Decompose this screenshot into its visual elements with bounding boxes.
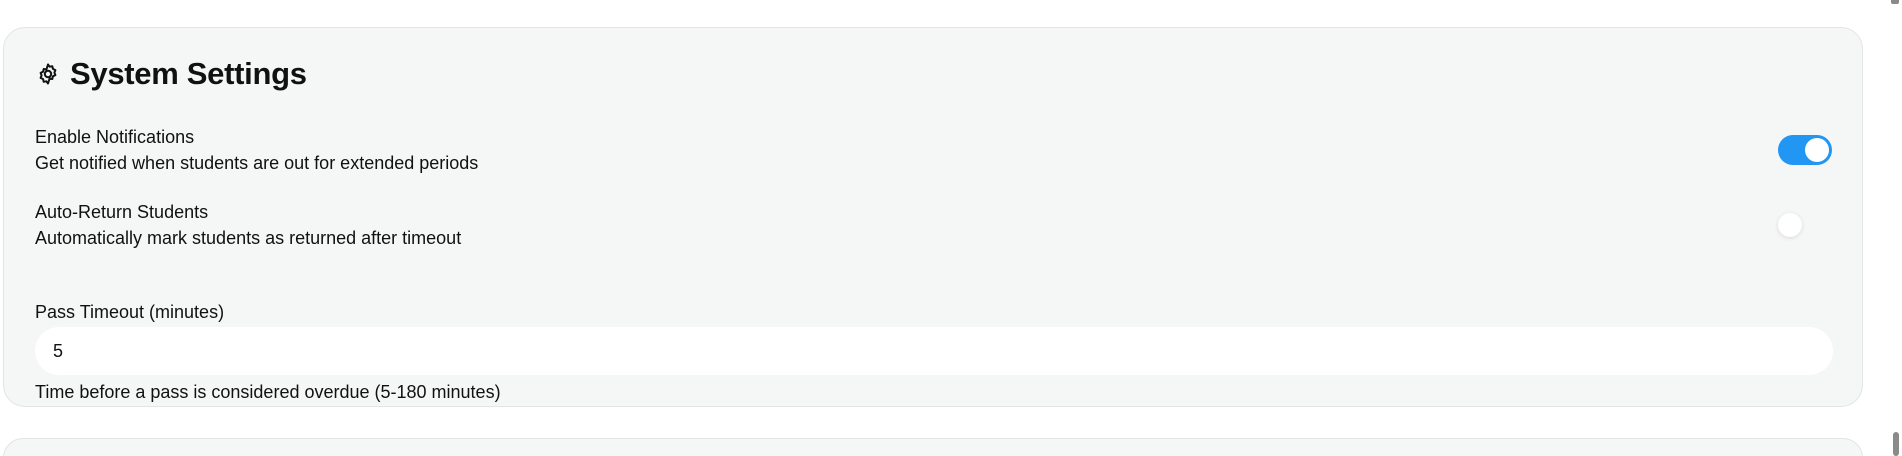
enable-notifications-text: Enable Notifications Get notified when s… — [35, 124, 478, 176]
enable-notifications-description: Get notified when students are out for e… — [35, 153, 479, 173]
pass-timeout-label: Pass Timeout (minutes) — [35, 302, 225, 322]
toggle-knob — [1805, 138, 1829, 162]
card-header: System Settings — [36, 56, 307, 92]
auto-return-label: Auto-Return Students — [35, 202, 209, 222]
next-card — [3, 438, 1863, 456]
card-title: System Settings — [70, 56, 307, 91]
auto-return-description: Automatically mark students as returned … — [35, 228, 462, 248]
enable-notifications-toggle[interactable] — [1778, 135, 1832, 165]
system-settings-card: System Settings Enable Notifications Get… — [3, 27, 1863, 407]
enable-notifications-row: Enable Notifications Get notified when s… — [35, 123, 1832, 177]
auto-return-row: Auto-Return Students Automatically mark … — [35, 198, 1832, 252]
auto-return-toggle[interactable] — [1778, 210, 1832, 240]
enable-notifications-label: Enable Notifications — [35, 127, 195, 147]
gear-icon — [36, 62, 60, 86]
page: System Settings Enable Notifications Get… — [0, 0, 1902, 456]
auto-return-text: Auto-Return Students Automatically mark … — [35, 199, 461, 251]
pass-timeout-help: Time before a pass is considered overdue… — [35, 382, 501, 402]
scrollbar[interactable] — [1888, 0, 1902, 456]
scroll-up-arrow[interactable] — [1891, 0, 1899, 4]
toggle-knob — [1778, 213, 1802, 237]
scrollbar-thumb[interactable] — [1893, 432, 1899, 456]
pass-timeout-input[interactable] — [35, 327, 1833, 375]
